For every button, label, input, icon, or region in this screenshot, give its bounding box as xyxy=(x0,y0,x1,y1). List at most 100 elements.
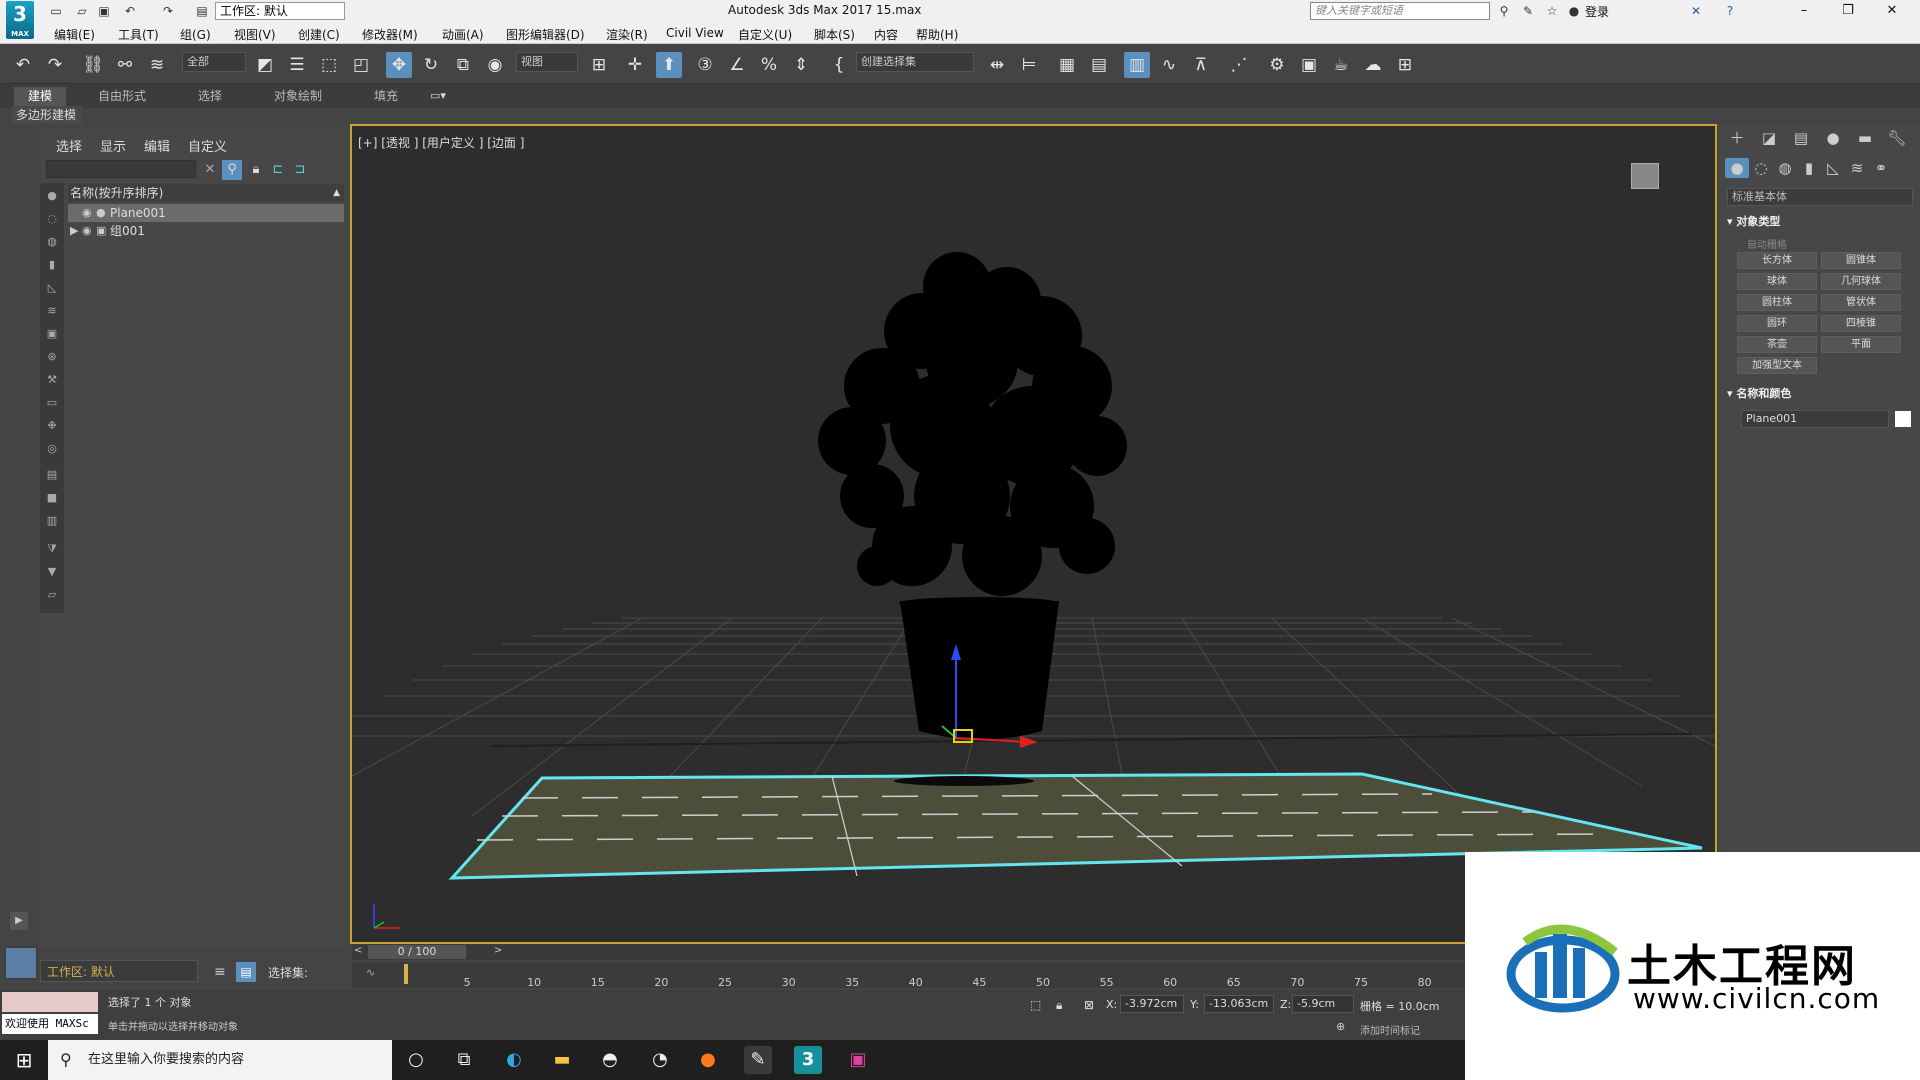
menu-customize[interactable]: 自定义(U) xyxy=(738,26,792,43)
geosphere-button[interactable]: 几何球体 xyxy=(1821,273,1901,290)
display-containers-icon[interactable]: ▭ xyxy=(43,394,61,412)
render-production-icon[interactable]: ☕ xyxy=(1328,52,1354,78)
plane-button[interactable]: 平面 xyxy=(1821,336,1901,353)
expand-panel-icon[interactable]: ▶ xyxy=(10,912,28,930)
current-frame-marker[interactable] xyxy=(404,964,408,984)
binoculars-icon[interactable]: ⚲ xyxy=(1496,3,1512,19)
menu-views[interactable]: 视图(V) xyxy=(234,26,276,43)
hierarchy-icon[interactable]: ⊏ xyxy=(268,160,288,180)
reference-coordinate-dropdown[interactable]: 视图 xyxy=(516,52,578,72)
maxscript-mini-listener-icon[interactable] xyxy=(4,946,38,980)
y-coordinate-field[interactable]: -13.063cm xyxy=(1204,995,1274,1013)
selection-lock-icon[interactable]: 🔒︎ xyxy=(1056,998,1062,1013)
menu-rendering[interactable]: 渲染(R) xyxy=(606,26,648,43)
windows-start-icon[interactable]: ⊞ xyxy=(0,1040,48,1080)
bottom-workspace-dropdown[interactable]: 工作区: 默认 xyxy=(40,960,198,982)
cortana-icon[interactable]: ○ xyxy=(402,1046,430,1074)
place-object-icon[interactable]: ◉ xyxy=(482,52,508,78)
layer-sort-icon[interactable]: ⊐ xyxy=(290,160,310,180)
app-icon-1[interactable]: ◓ xyxy=(596,1046,624,1074)
3dsmax-taskbar-icon[interactable]: 3 xyxy=(794,1046,822,1074)
menu-animation[interactable]: 动画(A) xyxy=(442,26,484,43)
tab-selection[interactable]: 选择 xyxy=(184,87,236,106)
menu-group[interactable]: 组(G) xyxy=(180,26,211,43)
explorer-menu-display[interactable]: 显示 xyxy=(100,136,126,155)
select-and-rotate-icon[interactable]: ↻ xyxy=(418,52,444,78)
create-tab-icon[interactable]: ＋ xyxy=(1725,128,1749,148)
material-editor-icon[interactable]: ⋰ xyxy=(1226,52,1252,78)
layer-explorer-icon[interactable]: ▦ xyxy=(1054,52,1080,78)
save-icon[interactable]: ▣ xyxy=(96,3,112,19)
selection-set-icon[interactable]: ▤ xyxy=(236,962,256,982)
snaps-toggle-icon[interactable]: ③ xyxy=(692,52,718,78)
close-button[interactable]: ✕ xyxy=(1870,0,1914,22)
login-link[interactable]: 登录 xyxy=(1585,3,1609,20)
render-in-cloud-icon[interactable]: ☁ xyxy=(1360,52,1386,78)
display-lights-icon[interactable]: ◍ xyxy=(43,233,61,251)
rendered-frame-window-icon[interactable]: ▣ xyxy=(1296,52,1322,78)
absolute-mode-icon[interactable]: ⊠ xyxy=(1084,998,1094,1012)
tube-button[interactable]: 管状体 xyxy=(1821,294,1901,311)
curve-editor-mini-icon[interactable]: ∿ xyxy=(366,966,375,979)
select-by-name-icon[interactable]: ☰ xyxy=(284,52,310,78)
unlink-icon[interactable]: ⚯ xyxy=(112,52,138,78)
app-logo[interactable]: 3 MAX xyxy=(6,1,34,39)
mirror-icon[interactable]: ⇹ xyxy=(984,52,1010,78)
isolate-selection-icon[interactable]: ⬚ xyxy=(1030,998,1041,1012)
maxscript-listener-input[interactable] xyxy=(2,992,98,1012)
display-cameras-icon[interactable]: ▮ xyxy=(43,256,61,274)
spacewarps-category-icon[interactable]: ≋ xyxy=(1845,158,1869,178)
link-icon[interactable]: ⛓ xyxy=(80,52,106,78)
scene-explorer-icon[interactable]: ▤ xyxy=(1086,52,1112,78)
redo-icon[interactable]: ↷ xyxy=(160,3,176,19)
cameras-category-icon[interactable]: ▮ xyxy=(1797,158,1821,178)
menu-scripting[interactable]: 脚本(S) xyxy=(814,26,855,43)
display-tab-icon[interactable]: ▬ xyxy=(1853,128,1877,148)
systems-category-icon[interactable]: ⚭ xyxy=(1869,158,1893,178)
tab-modeling[interactable]: 建模 xyxy=(14,87,67,106)
explorer-column-header[interactable]: 名称(按升序排序) ▲ xyxy=(68,184,344,202)
menu-civil-view[interactable]: Civil View xyxy=(666,26,724,40)
restore-button[interactable]: ❐ xyxy=(1826,0,1870,22)
time-tag-icon[interactable]: ⊕ xyxy=(1336,1020,1345,1033)
new-file-icon[interactable]: ▭ xyxy=(48,3,64,19)
display-none-icon[interactable]: ■ xyxy=(43,489,61,507)
display-particles-icon[interactable]: ❉ xyxy=(43,417,61,435)
display-helpers-icon[interactable]: ◺ xyxy=(43,279,61,297)
edge-browser-icon[interactable]: ◐ xyxy=(500,1046,528,1074)
pyramid-button[interactable]: 四棱锥 xyxy=(1821,315,1901,332)
curve-editor-icon[interactable]: ∿ xyxy=(1156,52,1182,78)
a360-gallery-icon[interactable]: ⊞ xyxy=(1392,52,1418,78)
explorer-row-group001[interactable]: ▶ ◉ ▣ 组001 xyxy=(68,222,344,240)
menu-create[interactable]: 创建(C) xyxy=(298,26,340,43)
menu-tools[interactable]: 工具(T) xyxy=(118,26,159,43)
task-view-icon[interactable]: ⧉ xyxy=(450,1046,478,1074)
taskbar-search-box[interactable]: ⚲ 在这里输入你要搜索的内容 xyxy=(48,1040,392,1080)
display-groups-icon[interactable]: ▣ xyxy=(43,325,61,343)
redo-icon[interactable]: ↷ xyxy=(42,52,68,78)
explorer-menu-edit[interactable]: 编辑 xyxy=(144,136,170,155)
menu-edit[interactable]: 编辑(E) xyxy=(54,26,95,43)
folder-icon[interactable]: ▱ xyxy=(43,586,61,604)
open-file-icon[interactable]: ▱ xyxy=(74,3,90,19)
display-spacewarps-icon[interactable]: ≋ xyxy=(43,302,61,320)
tab-freeform[interactable]: 自由形式 xyxy=(84,87,160,106)
selection-filter-dropdown[interactable]: 全部 xyxy=(182,52,246,72)
named-selection-dropdown[interactable]: 创建选择集 xyxy=(856,52,974,72)
app-icon-3[interactable]: ▣ xyxy=(844,1046,872,1074)
sphere-button[interactable]: 球体 xyxy=(1737,273,1817,290)
motion-tab-icon[interactable]: ● xyxy=(1821,128,1845,148)
select-object-icon[interactable]: ◩ xyxy=(252,52,278,78)
geometry-category-icon[interactable]: ● xyxy=(1725,158,1749,178)
track-bar[interactable]: ∿ 5 10 15 20 25 30 35 40 45 50 55 60 65 70 75 80 xyxy=(352,962,1467,989)
render-setup-icon[interactable]: ⚙ xyxy=(1264,52,1290,78)
display-bones-icon[interactable]: ⚒ xyxy=(43,371,61,389)
time-next-icon[interactable]: > xyxy=(494,945,502,956)
align-icon[interactable]: ⊨ xyxy=(1016,52,1042,78)
tab-object-paint[interactable]: 对象绘制 xyxy=(260,87,336,106)
textplus-button[interactable]: 加强型文本 xyxy=(1737,357,1817,374)
primitive-type-dropdown[interactable]: 标准基本体 xyxy=(1727,188,1913,206)
tab-populate[interactable]: 填充 xyxy=(360,87,412,106)
menu-modifiers[interactable]: 修改器(M) xyxy=(362,26,418,43)
time-prev-icon[interactable]: < xyxy=(354,945,362,956)
